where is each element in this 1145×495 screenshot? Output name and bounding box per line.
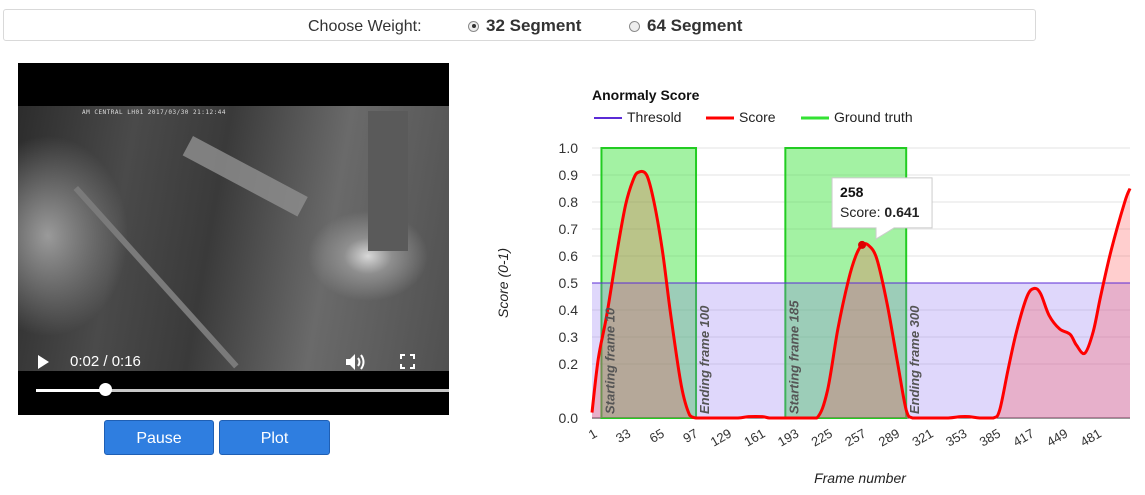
- y-tick-label: 0.6: [559, 248, 579, 264]
- legend-label-thresold: Thresold: [627, 109, 681, 125]
- legend-label-score: Score: [739, 109, 776, 125]
- chart-legend: Thresold Score Ground truth: [594, 109, 913, 125]
- x-tick-label: 385: [977, 426, 1003, 450]
- tooltip-point: [858, 240, 867, 249]
- x-tick-label: 417: [1010, 426, 1036, 450]
- x-tick-label: 65: [647, 426, 667, 446]
- x-tick-label: 321: [909, 426, 935, 450]
- x-tick-label: 1: [586, 426, 600, 443]
- x-tick-label: 449: [1044, 426, 1070, 450]
- y-tick-label: 0.8: [559, 194, 579, 210]
- x-tick-label: 225: [809, 426, 835, 450]
- ground-truth-annotation: Starting frame 185: [786, 300, 801, 414]
- x-tick-label: 97: [680, 426, 700, 446]
- y-tick-label: 0.0: [559, 410, 579, 426]
- tooltip-score-label: Score:: [840, 204, 880, 220]
- x-axis-label: Frame number: [814, 470, 907, 486]
- x-tick-label: 33: [613, 426, 633, 446]
- y-tick-label: 0.2: [559, 356, 579, 372]
- ground-truth-annotation: Ending frame 300: [907, 305, 922, 414]
- x-tick-label: 161: [741, 426, 767, 450]
- y-axis-tick-labels: 0.0 0.2 0.3 0.4 0.5 0.6 0.7 0.8 0.9 1.0: [559, 140, 579, 426]
- ground-truth-annotation: Starting frame 10: [602, 307, 617, 414]
- ground-truth-annotation: Ending frame 100: [697, 305, 712, 414]
- y-axis-label: Score (0-1): [495, 248, 511, 318]
- legend-label-ground-truth: Ground truth: [834, 109, 913, 125]
- y-tick-label: 0.9: [559, 167, 579, 183]
- x-tick-label: 257: [842, 426, 868, 450]
- x-tick-label: 353: [943, 426, 969, 450]
- y-tick-label: 0.3: [559, 329, 579, 345]
- x-tick-label: 129: [708, 426, 734, 450]
- tooltip-frame: 258: [840, 184, 864, 200]
- x-tick-label: 481: [1078, 426, 1104, 450]
- x-tick-label: 289: [876, 426, 902, 450]
- y-tick-label: 0.5: [559, 275, 579, 291]
- tooltip-score-value: 0.641: [884, 204, 919, 220]
- y-tick-label: 0.4: [559, 302, 579, 318]
- tooltip-score: Score: 0.641: [840, 204, 920, 220]
- y-tick-label: 1.0: [559, 140, 579, 156]
- y-tick-label: 0.7: [559, 221, 579, 237]
- anomaly-score-chart: Anormaly Score Thresold Score Ground tru…: [495, 87, 1132, 486]
- x-axis-tick-labels: 1 33 65 97 129 161 193 225 257 289 321 353 385 417 449…: [586, 426, 1104, 450]
- x-tick-label: 193: [775, 426, 801, 450]
- chart-title: Anormaly Score: [592, 87, 700, 103]
